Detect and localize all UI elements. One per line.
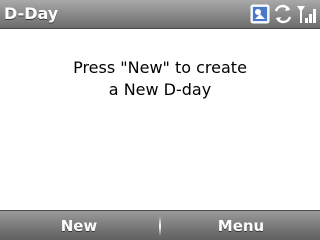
new-softkey[interactable]: New <box>0 211 158 240</box>
message-line-2: a New D-day <box>108 80 212 99</box>
app-title: D-Day <box>4 4 59 23</box>
phone-screen: D-Day Press "New" to create a New D-day … <box>0 0 320 240</box>
main-content: Press "New" to create a New D-day <box>0 29 320 210</box>
status-icons <box>250 3 318 25</box>
signal-strength-icon[interactable] <box>296 4 318 24</box>
softkey-bar: New Menu <box>0 210 320 240</box>
sync-icon[interactable] <box>273 4 293 24</box>
softkey-divider <box>159 216 161 236</box>
message-line-1: Press "New" to create <box>73 58 247 77</box>
empty-state-message: Press "New" to create a New D-day <box>0 57 320 101</box>
notification-icon[interactable] <box>250 4 270 24</box>
menu-softkey[interactable]: Menu <box>162 211 320 240</box>
title-bar: D-Day <box>0 0 320 29</box>
